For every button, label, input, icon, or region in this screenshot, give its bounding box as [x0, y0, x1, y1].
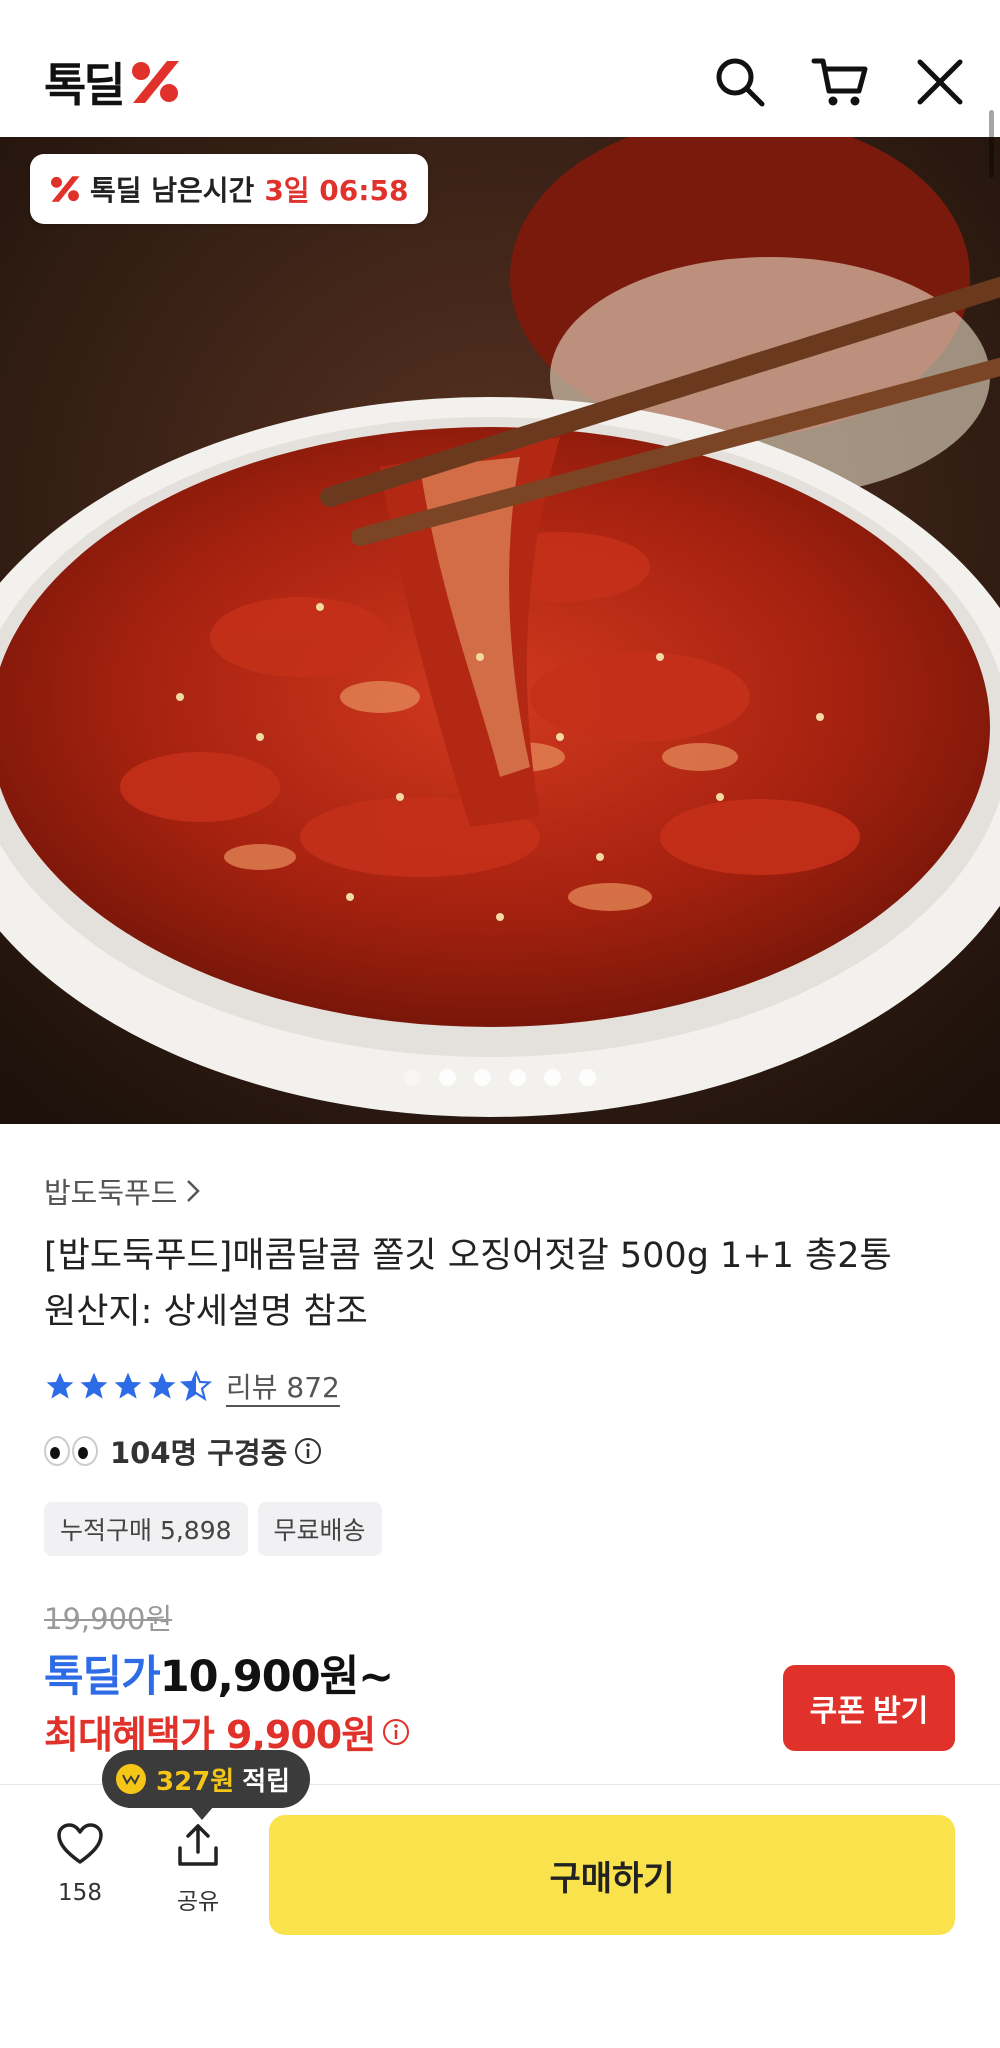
like-button[interactable]: 158	[30, 1822, 130, 1906]
app-logo[interactable]: 톡딜	[44, 56, 183, 112]
share-button[interactable]: 공유	[148, 1822, 248, 1916]
seller-name: 밥도둑푸드	[44, 1176, 178, 1210]
cart-icon[interactable]	[810, 52, 870, 112]
star-icon	[148, 1372, 176, 1399]
product-title-line: [밥도둑푸드]매콤달콤 쫄깃 오징어젓갈 500g 1+1 총2통	[44, 1236, 892, 1276]
points-amount: 327원	[156, 1766, 235, 1797]
tag-cumulative-purchases: 누적구매 5,898	[44, 1502, 248, 1556]
rating-row: 리뷰 872	[44, 1366, 340, 1406]
buy-button[interactable]: 구매하기	[269, 1815, 955, 1935]
points-label: 적립	[242, 1766, 291, 1797]
star-icon	[114, 1372, 142, 1399]
product-image-carousel[interactable]: 톡딜 남은시간 3일 06:58	[0, 137, 1000, 1124]
info-icon[interactable]	[293, 1436, 323, 1466]
product-origin-line: 원산지: 상세설명 참조	[44, 1292, 368, 1332]
scrollbar[interactable]	[989, 110, 994, 178]
deal-timer-badge: 톡딜 남은시간 3일 06:58	[30, 154, 429, 224]
carousel-dot[interactable]	[439, 1069, 456, 1086]
carousel-dot[interactable]	[404, 1069, 421, 1086]
viewers-count: 104명 구경중	[110, 1436, 288, 1470]
logo-text: 톡딜	[44, 58, 126, 112]
top-header: 톡딜	[0, 0, 1000, 137]
carousel-indicator	[0, 1069, 1000, 1086]
review-count-link[interactable]: 리뷰 872	[226, 1366, 340, 1406]
like-count: 158	[58, 1880, 102, 1906]
deal-price-value: 10,900원~	[159, 1652, 395, 1702]
original-price: 19,900원	[44, 1602, 173, 1636]
logo-percent-icon	[131, 61, 179, 103]
chevron-right-icon	[187, 1180, 201, 1202]
star-icon	[80, 1372, 108, 1399]
info-icon[interactable]	[381, 1717, 411, 1747]
heart-icon	[57, 1823, 103, 1864]
star-rating	[44, 1370, 212, 1402]
coin-icon	[116, 1764, 146, 1794]
viewers-row: 104명 구경중	[44, 1430, 323, 1472]
tag-free-shipping: 무료배송	[257, 1502, 382, 1556]
carousel-dot[interactable]	[579, 1069, 596, 1086]
half-star-icon	[180, 1370, 212, 1402]
product-tags: 누적구매 5,898 무료배송	[44, 1502, 382, 1556]
carousel-dot[interactable]	[544, 1069, 561, 1086]
eyes-icon	[44, 1436, 98, 1466]
star-icon	[46, 1372, 74, 1399]
carousel-dot[interactable]	[509, 1069, 526, 1086]
timer-label: 톡딜 남은시간	[90, 174, 255, 207]
get-coupon-button[interactable]: 쿠폰 받기	[783, 1665, 955, 1751]
product-photo	[0, 137, 1000, 1124]
timer-value: 3일 06:58	[264, 174, 409, 207]
search-icon[interactable]	[710, 52, 770, 112]
deal-price: 톡딜가10,900원~	[44, 1642, 395, 1704]
carousel-dot[interactable]	[474, 1069, 491, 1086]
close-icon[interactable]	[910, 52, 970, 112]
points-tooltip: 327원 적립	[102, 1750, 311, 1820]
deal-percent-icon	[51, 176, 80, 202]
seller-link[interactable]: 밥도둑푸드	[44, 1170, 201, 1212]
share-label: 공유	[176, 1889, 220, 1915]
share-icon	[178, 1824, 218, 1866]
deal-price-label: 톡딜가	[44, 1652, 161, 1702]
product-title: [밥도둑푸드]매콤달콤 쫄깃 오징어젓갈 500g 1+1 총2통 원산지: 상…	[44, 1228, 964, 1340]
